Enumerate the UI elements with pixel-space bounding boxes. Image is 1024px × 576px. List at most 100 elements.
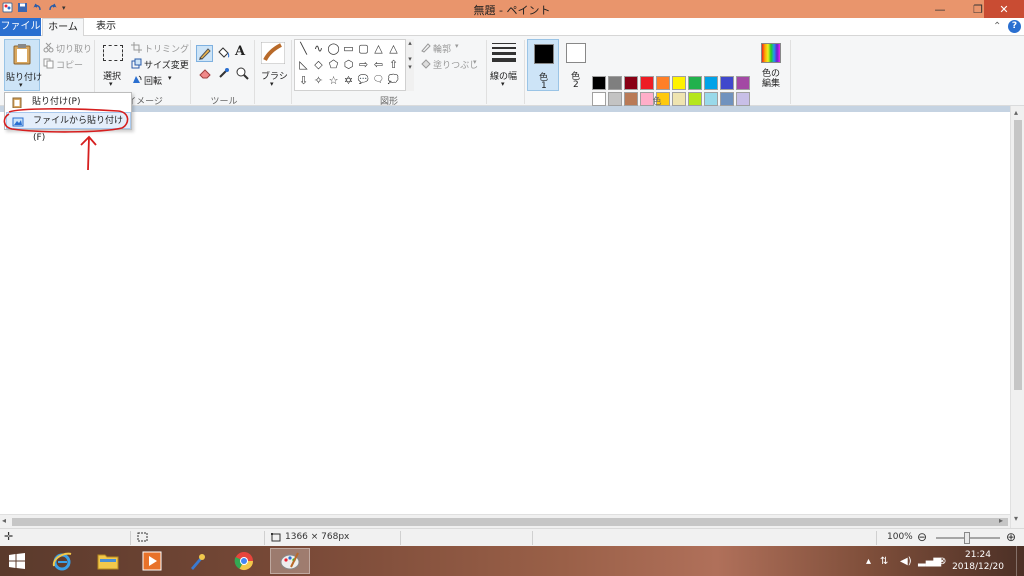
size-button[interactable]: 線の幅 ▾ <box>488 39 522 91</box>
fill-bucket-icon[interactable] <box>216 46 230 60</box>
zoom-in-icon[interactable]: ⊕ <box>1006 530 1016 544</box>
shape-four-star-icon[interactable]: ✧ <box>312 74 325 87</box>
shape-rectangle-icon[interactable]: ▭ <box>342 42 355 55</box>
scroll-left-icon[interactable]: ◂ <box>2 516 6 525</box>
palette-swatch[interactable] <box>640 76 654 90</box>
shape-callout-oval-icon[interactable]: 🗨 <box>372 74 385 87</box>
resize-button[interactable]: サイズ変更 <box>144 58 189 71</box>
tray-expand-icon[interactable]: ▴ <box>866 556 871 567</box>
zoom-out-icon[interactable]: ⊖ <box>917 530 927 544</box>
color1-button[interactable]: 色 1 <box>527 39 559 91</box>
shape-left-arrow-icon[interactable]: ⇦ <box>372 58 385 71</box>
shape-callout-rect-icon[interactable]: 💬 <box>357 74 370 87</box>
shape-down-arrow-icon[interactable]: ⇩ <box>297 74 310 87</box>
rotate-button[interactable]: 回転 <box>144 74 162 87</box>
palette-swatch[interactable] <box>736 76 750 90</box>
shape-up-arrow-icon[interactable]: ⇧ <box>387 58 400 71</box>
eraser-icon[interactable] <box>198 66 212 80</box>
shape-polygon-icon[interactable]: △ <box>372 42 385 55</box>
close-button[interactable]: ✕ <box>984 0 1024 18</box>
shape-diamond-icon[interactable]: ◇ <box>312 58 325 71</box>
color-picker-icon[interactable] <box>217 66 231 80</box>
paste-from-file-icon <box>12 117 24 127</box>
pencil-tool[interactable] <box>196 45 213 62</box>
fill-button[interactable]: 塗りつぶし <box>433 58 478 71</box>
shape-line-icon[interactable]: ╲ <box>297 42 310 55</box>
palette-swatch[interactable] <box>656 76 670 90</box>
color2-swatch <box>566 43 586 63</box>
taskbar-chrome[interactable] <box>224 548 264 574</box>
shape-rounded-rect-icon[interactable]: ▢ <box>357 42 370 55</box>
palette-swatch[interactable] <box>704 76 718 90</box>
vertical-scroll-thumb[interactable] <box>1014 120 1022 390</box>
size-dropdown-icon[interactable]: ▾ <box>501 80 505 88</box>
magnifier-icon[interactable] <box>235 66 249 80</box>
shape-hexagon-icon[interactable]: ⬡ <box>342 58 355 71</box>
shape-five-star-icon[interactable]: ☆ <box>327 74 340 87</box>
shapes-gallery-scroll[interactable]: ▴ ▾ ▾ <box>405 39 414 91</box>
drawing-canvas[interactable] <box>0 112 1010 514</box>
scroll-right-icon[interactable]: ▸ <box>999 516 1003 525</box>
volume-icon[interactable]: ◀) <box>900 556 912 567</box>
color2-button[interactable]: 色 2 <box>560 39 592 91</box>
select-dropdown-icon[interactable]: ▾ <box>109 80 113 88</box>
crop-button[interactable]: トリミング <box>144 42 189 55</box>
scroll-down-icon[interactable]: ▾ <box>1014 514 1018 523</box>
taskbar-media[interactable] <box>132 548 172 574</box>
outline-dropdown-icon[interactable]: ▾ <box>455 42 459 50</box>
rotate-dropdown-icon[interactable]: ▾ <box>168 74 172 82</box>
notification-icon[interactable]: ⊗ <box>938 556 946 567</box>
shape-right-arrow-icon[interactable]: ⇨ <box>357 58 370 71</box>
outline-button[interactable]: 輪郭 <box>433 42 451 55</box>
taskbar-app4[interactable] <box>178 548 218 574</box>
tab-file[interactable]: ファイル <box>0 18 41 36</box>
paste-dropdown-icon[interactable]: ▾ <box>19 81 23 89</box>
text-tool-icon[interactable]: A <box>235 44 245 59</box>
clock-date[interactable]: 2018/12/20 <box>952 562 1004 572</box>
palette-swatch[interactable] <box>688 76 702 90</box>
brush-button[interactable]: ブラシ ▾ <box>258 39 288 91</box>
copy-button[interactable]: コピー <box>56 58 83 71</box>
scroll-up-icon[interactable]: ▴ <box>1014 108 1018 117</box>
horizontal-scroll-thumb[interactable] <box>12 518 1008 526</box>
fill-dropdown-icon[interactable]: ▾ <box>473 58 477 66</box>
minimize-button[interactable]: — <box>925 0 955 18</box>
vertical-scrollbar[interactable]: ▴ ▾ <box>1010 106 1024 528</box>
start-button[interactable] <box>0 548 34 574</box>
taskbar-explorer[interactable] <box>88 548 128 574</box>
tab-view[interactable]: 表示 <box>88 18 124 36</box>
cut-button[interactable]: 切り取り <box>56 42 92 55</box>
tab-home[interactable]: ホーム <box>42 18 84 37</box>
shape-triangle-icon[interactable]: △ <box>387 42 400 55</box>
shape-pentagon-icon[interactable]: ⬠ <box>327 58 340 71</box>
ribbon-tabs: ファイル ホーム 表示 ⌃ ? <box>0 18 1024 37</box>
horizontal-scrollbar[interactable]: ◂ ▸ <box>0 514 1010 528</box>
palette-swatch[interactable] <box>672 76 686 90</box>
palette-swatch[interactable] <box>592 76 606 90</box>
show-desktop-button[interactable] <box>1016 546 1024 576</box>
palette-swatch[interactable] <box>624 76 638 90</box>
ribbon-collapse-icon[interactable]: ⌃ <box>993 21 1001 32</box>
shapes-gallery[interactable]: ╲ ∿ ◯ ▭ ▢ △ △ ◺ ◇ ⬠ ⬡ ⇨ ⇦ ⇧ ⇩ ✧ ☆ ✡ 💬 🗨 … <box>294 39 414 91</box>
menu-item-paste-from-file[interactable]: ファイルから貼り付け(F) <box>6 112 131 143</box>
brush-dropdown-icon[interactable]: ▾ <box>270 80 274 88</box>
shape-callout-cloud-icon[interactable]: 💭 <box>387 74 400 87</box>
taskbar-paint[interactable] <box>270 548 310 574</box>
taskbar-ie[interactable] <box>42 548 82 574</box>
shape-right-triangle-icon[interactable]: ◺ <box>297 58 310 71</box>
menu-item-paste[interactable]: 貼り付け(P) <box>6 94 131 111</box>
chrome-icon <box>234 552 253 571</box>
palette-swatch[interactable] <box>720 76 734 90</box>
shape-six-star-icon[interactable]: ✡ <box>342 74 355 87</box>
help-icon[interactable]: ? <box>1008 20 1021 33</box>
select-button[interactable]: 選択 ▾ <box>100 39 126 91</box>
palette-swatch[interactable] <box>608 76 622 90</box>
shape-curve-icon[interactable]: ∿ <box>312 42 325 55</box>
tray-device-icon[interactable]: ⇅ <box>880 556 888 567</box>
paste-button[interactable]: 貼り付け ▾ <box>4 39 42 91</box>
clock-time[interactable]: 21:24 <box>956 550 1000 560</box>
zoom-slider-thumb[interactable] <box>964 532 970 544</box>
color1-swatch <box>534 44 554 64</box>
shape-oval-icon[interactable]: ◯ <box>327 42 340 55</box>
edit-colors-button[interactable]: 色の編集 <box>757 39 785 91</box>
